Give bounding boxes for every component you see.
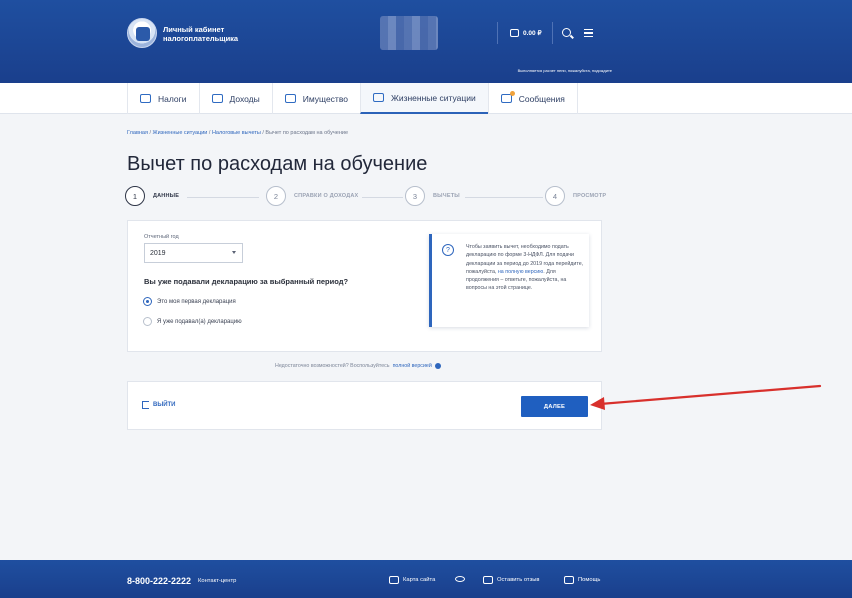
step-connector bbox=[187, 197, 259, 198]
tax-icon bbox=[140, 94, 151, 103]
full-version-hint: Недостаточно возможностей? Воспользуйтес… bbox=[275, 363, 441, 369]
header-divider bbox=[552, 22, 553, 44]
annotation-arrow-icon bbox=[590, 384, 822, 410]
step-label: СПРАВКИ О ДОХОДАХ bbox=[294, 193, 359, 199]
income-icon bbox=[211, 94, 223, 103]
full-version-link[interactable]: на полную версию bbox=[498, 269, 543, 275]
logout-icon bbox=[142, 401, 149, 409]
tab-income[interactable]: Доходы bbox=[198, 83, 272, 114]
step-income-certificates[interactable]: 2 СПРАВКИ О ДОХОДАХ bbox=[266, 186, 358, 206]
year-value: 2019 bbox=[150, 250, 166, 257]
fns-logo-icon[interactable] bbox=[127, 18, 157, 48]
step-number: 2 bbox=[266, 186, 286, 206]
tab-label: Доходы bbox=[229, 93, 260, 104]
header-divider bbox=[497, 22, 498, 44]
page-title: Вычет по расходам на обучение bbox=[127, 153, 428, 175]
info-text: Чтобы заявить вычет, необходимо подать д… bbox=[466, 243, 586, 293]
breadcrumb: Главная / Жизненные ситуации / Налоговые… bbox=[127, 130, 349, 136]
tab-label: Сообщения bbox=[518, 93, 565, 104]
full-version-hint-link[interactable]: полной версией bbox=[393, 363, 432, 369]
tab-life-situations[interactable]: Жизненные ситуации bbox=[359, 83, 488, 114]
exit-label: ВЫЙТИ bbox=[153, 402, 176, 408]
search-icon[interactable] bbox=[562, 28, 571, 37]
breadcrumb-current: Вычет по расходам на обучение bbox=[265, 130, 349, 136]
tab-label: Налоги bbox=[158, 93, 187, 104]
radio-button[interactable] bbox=[143, 317, 152, 326]
breadcrumb-tax-deductions[interactable]: Налоговые вычеты bbox=[212, 130, 261, 136]
brand-title[interactable]: Личный кабинет налогоплательщика bbox=[163, 25, 238, 43]
feedback-link[interactable]: Оставить отзыв bbox=[483, 576, 539, 584]
form-card: Отчетный год 2019 Вы уже подавали деклар… bbox=[127, 220, 602, 352]
wizard-stepper: 1 ДАННЫЕ 2 СПРАВКИ О ДОХОДАХ 3 ВЫЧЕТЫ 4 … bbox=[125, 186, 606, 208]
penalty-calc-note: Выполняется расчет пени, пожалуйста, под… bbox=[517, 68, 612, 73]
help-link[interactable]: Помощь bbox=[564, 576, 600, 584]
info-panel: ? Чтобы заявить вычет, необходимо подать… bbox=[429, 234, 589, 327]
year-label: Отчетный год bbox=[144, 234, 179, 240]
main-nav: Налоги Доходы Имущество Жизненные ситуац… bbox=[0, 83, 852, 114]
step-connector bbox=[362, 197, 403, 198]
help-icon bbox=[564, 576, 574, 584]
tab-label: Имущество bbox=[302, 93, 348, 104]
tab-messages[interactable]: Сообщения bbox=[487, 83, 578, 114]
radio-button[interactable] bbox=[143, 297, 152, 306]
life-situations-icon bbox=[372, 93, 384, 102]
sitemap-icon bbox=[389, 576, 399, 584]
question-icon: ? bbox=[442, 244, 454, 256]
next-button[interactable]: ДАЛЕЕ bbox=[521, 396, 588, 417]
sitemap-label: Карта сайта bbox=[403, 577, 436, 583]
sitemap-link[interactable]: Карта сайта bbox=[389, 576, 435, 584]
exit-button[interactable]: ВЫЙТИ bbox=[142, 401, 176, 409]
balance-amount: 0.00 ₽ bbox=[523, 30, 542, 37]
declaration-question: Вы уже подавали декларацию за выбранный … bbox=[144, 277, 349, 286]
menu-icon[interactable] bbox=[584, 29, 593, 37]
hint-text: Недостаточно возможностей? Воспользуйтес… bbox=[275, 363, 390, 369]
step-preview[interactable]: 4 ПРОСМОТР bbox=[545, 186, 606, 206]
tab-taxes[interactable]: Налоги bbox=[127, 83, 199, 114]
feedback-label: Оставить отзыв bbox=[497, 577, 540, 583]
step-connector bbox=[465, 197, 543, 198]
radio-first-declaration[interactable]: Это моя первая декларация bbox=[143, 297, 236, 306]
feedback-icon bbox=[483, 576, 493, 584]
step-number: 4 bbox=[545, 186, 565, 206]
chevron-down-icon bbox=[232, 251, 236, 254]
radio-label: Я уже подавал(а) декларацию bbox=[157, 318, 242, 325]
tab-property[interactable]: Имущество bbox=[271, 83, 360, 114]
brand-line-1: Личный кабинет bbox=[163, 25, 225, 34]
eye-icon bbox=[455, 576, 465, 582]
action-bar: ВЫЙТИ ДАЛЕЕ bbox=[127, 381, 602, 430]
step-deductions[interactable]: 3 ВЫЧЕТЫ bbox=[405, 186, 460, 206]
site-footer: 8-800-222-2222 Контакт-центр Карта сайта… bbox=[0, 560, 852, 598]
step-data[interactable]: 1 ДАННЫЕ bbox=[125, 186, 179, 206]
user-name-blurred[interactable] bbox=[380, 16, 438, 50]
step-label: ДАННЫЕ bbox=[153, 193, 180, 199]
breadcrumb-home[interactable]: Главная bbox=[127, 130, 148, 136]
property-icon bbox=[284, 94, 296, 103]
accessibility-link[interactable] bbox=[455, 576, 465, 582]
site-header: Личный кабинет налогоплательщика 0.00 ₽ … bbox=[0, 0, 852, 83]
step-number: 3 bbox=[405, 186, 425, 206]
step-label: ПРОСМОТР bbox=[573, 193, 607, 199]
help-label: Помощь bbox=[578, 577, 601, 583]
year-select[interactable]: 2019 bbox=[144, 243, 243, 263]
wallet-icon bbox=[510, 29, 519, 37]
breadcrumb-life-situations[interactable]: Жизненные ситуации bbox=[153, 130, 208, 136]
radio-label: Это моя первая декларация bbox=[157, 298, 236, 305]
tab-label: Жизненные ситуации bbox=[390, 92, 476, 103]
radio-already-filed[interactable]: Я уже подавал(а) декларацию bbox=[143, 317, 242, 326]
balance-button[interactable]: 0.00 ₽ bbox=[510, 27, 550, 39]
step-number: 1 bbox=[125, 186, 145, 206]
contact-center-label: Контакт-центр bbox=[198, 578, 237, 584]
info-icon[interactable] bbox=[434, 363, 441, 369]
brand-line-2: налогоплательщика bbox=[163, 34, 239, 43]
messages-icon bbox=[500, 91, 515, 103]
step-label: ВЫЧЕТЫ bbox=[433, 193, 460, 199]
hotline-phone[interactable]: 8-800-222-2222 bbox=[127, 576, 191, 586]
